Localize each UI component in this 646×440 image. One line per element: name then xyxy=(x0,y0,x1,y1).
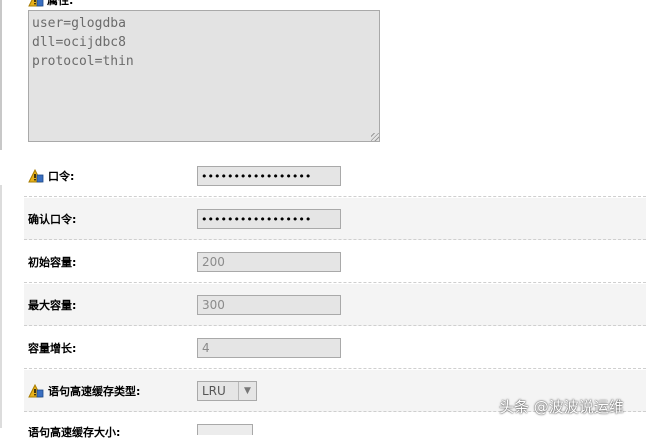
attributes-textarea[interactable]: user=glogdba dll=ocijdbc8 protocol=thin xyxy=(28,10,380,142)
capacity-increment-row: 容量增长: 4 xyxy=(24,327,646,369)
initial-capacity-row: 初始容量: 200 xyxy=(24,241,646,283)
field-info-icon xyxy=(28,384,44,398)
row-divider xyxy=(24,196,646,197)
password-input[interactable]: ••••••••••••••••• xyxy=(197,166,341,186)
chevron-down-icon[interactable]: ▼ xyxy=(238,382,256,400)
confirm-password-input[interactable]: ••••••••••••••••• xyxy=(197,209,341,229)
left-border xyxy=(0,0,2,150)
watermark: 头条 @波波说运维 xyxy=(499,398,624,416)
statement-cache-type-value: LRU xyxy=(202,384,226,398)
initial-capacity-label: 初始容量: xyxy=(28,256,77,269)
statement-cache-size-label: 语句高速缓存大小: xyxy=(28,426,121,439)
row-divider xyxy=(24,282,646,283)
textarea-resize-grip[interactable] xyxy=(371,133,379,141)
capacity-increment-input[interactable]: 4 xyxy=(197,338,341,358)
max-capacity-input[interactable]: 300 xyxy=(197,295,341,315)
row-divider xyxy=(24,239,646,240)
attributes-label: 属性: xyxy=(47,0,74,7)
initial-capacity-input[interactable]: 200 xyxy=(197,252,341,272)
capacity-increment-label: 容量增长: xyxy=(28,342,77,355)
confirm-password-row: 确认口令: ••••••••••••••••• xyxy=(24,198,646,240)
confirm-password-label: 确认口令: xyxy=(28,213,77,226)
password-row: 口令: ••••••••••••••••• xyxy=(24,155,646,197)
password-label: 口令: xyxy=(48,170,75,183)
max-capacity-row: 最大容量: 300 xyxy=(24,284,646,326)
statement-cache-type-select[interactable]: LRU ▼ xyxy=(197,381,257,401)
statement-cache-type-label: 语句高速缓存类型: xyxy=(48,385,141,398)
field-info-icon xyxy=(28,169,44,183)
attributes-label-row: 属性: xyxy=(28,0,73,8)
left-border-lower xyxy=(0,185,2,428)
field-info-icon xyxy=(28,0,44,7)
row-divider xyxy=(24,368,646,369)
max-capacity-label: 最大容量: xyxy=(28,299,77,312)
row-divider xyxy=(24,325,646,326)
statement-cache-size-input[interactable] xyxy=(197,424,253,435)
